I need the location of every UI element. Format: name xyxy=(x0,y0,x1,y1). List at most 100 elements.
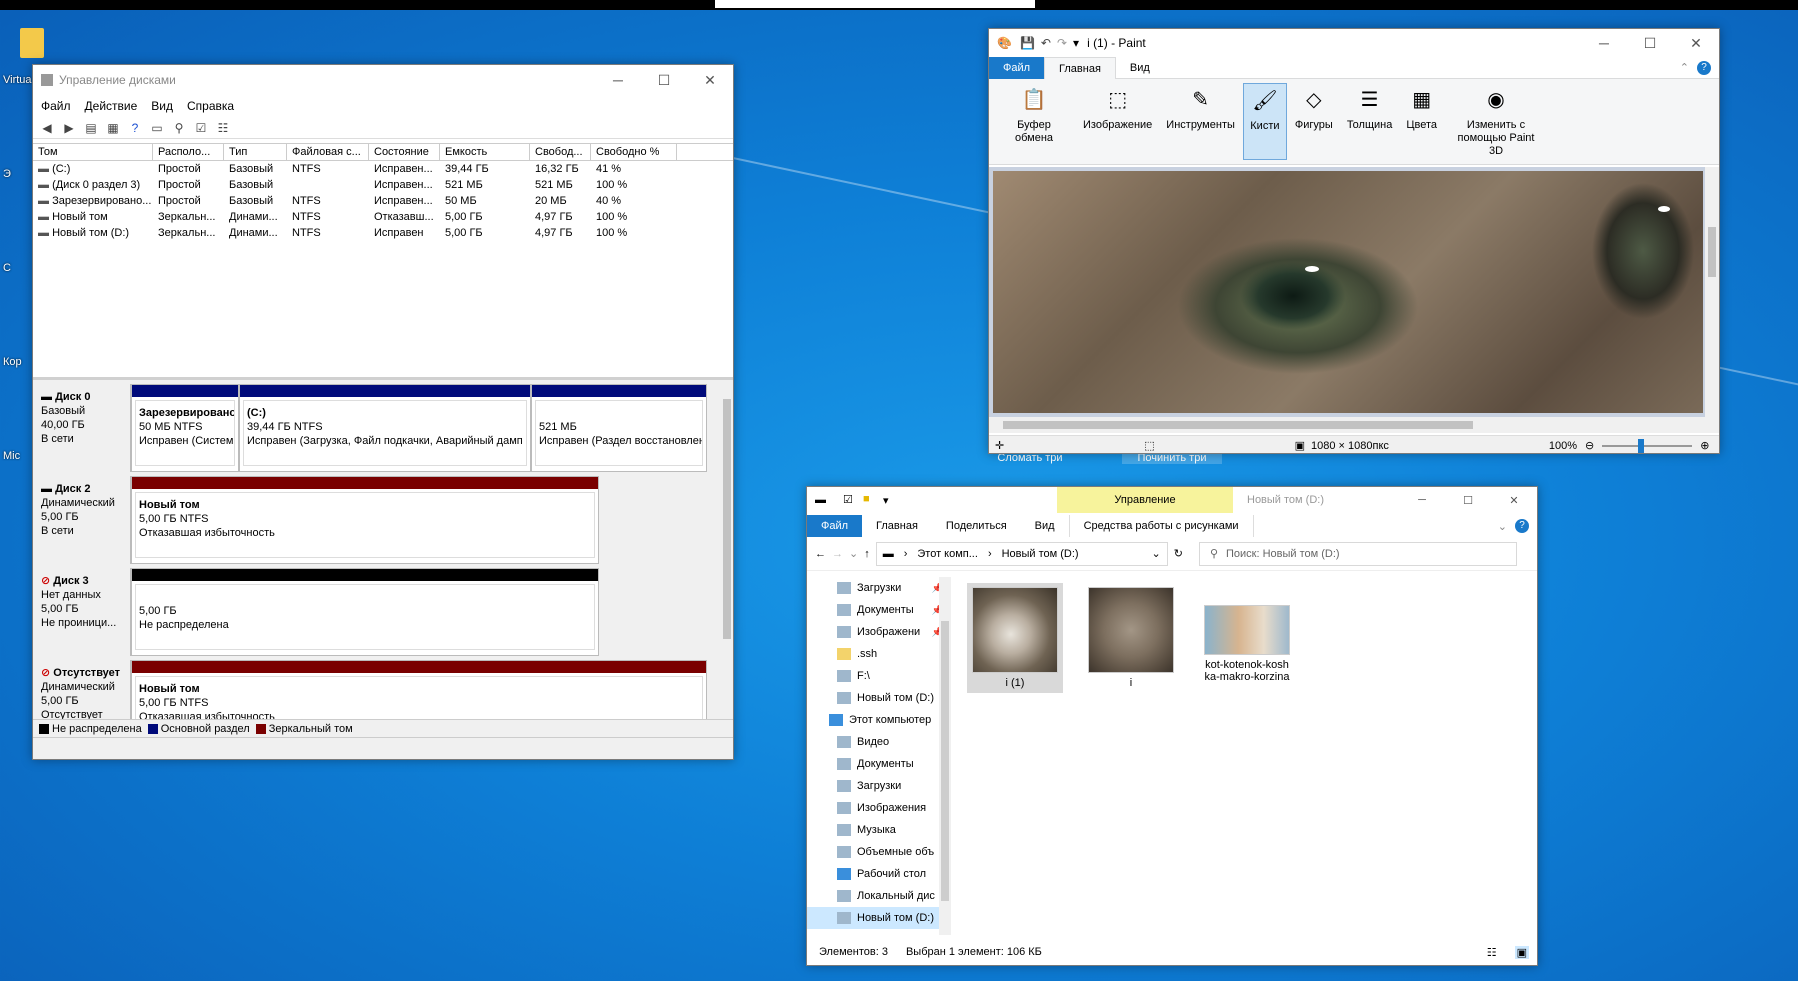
disk-info[interactable]: ⊘ Отсутствует Динамический 5,00 ГБ Отсут… xyxy=(33,660,131,719)
help-icon[interactable]: ? xyxy=(1697,60,1711,75)
menu-help[interactable]: Справка xyxy=(187,99,234,113)
volume-row[interactable]: ▬ Новый том Зеркальн... Динами... NTFS Отказ… xyxy=(33,209,733,225)
scrollbar-thumb[interactable] xyxy=(723,399,731,639)
tab-view[interactable]: Вид xyxy=(1021,515,1069,537)
ribbon-group-select[interactable]: ⬚ Изображение xyxy=(1077,83,1158,160)
column-header[interactable]: Файловая с... xyxy=(287,144,369,160)
menu-action[interactable]: Действие xyxy=(85,99,138,113)
check-icon[interactable]: ☑ xyxy=(193,120,209,136)
close-button[interactable]: ✕ xyxy=(1673,29,1719,57)
title-bar[interactable]: Управление дисками ─ ☐ ✕ xyxy=(33,65,733,95)
disk-info[interactable]: ⊘ Диск 3 Нет данных 5,00 ГБ Не проиници.… xyxy=(33,568,131,656)
title-bar[interactable]: 🎨 💾 ↶ ↷ ▾ i (1) - Paint ─ ☐ ✕ xyxy=(989,29,1719,57)
nav-item[interactable]: Изображени 📌 xyxy=(807,621,951,643)
column-header[interactable]: Свободно % xyxy=(591,144,677,160)
tab-file[interactable]: Файл xyxy=(807,515,863,537)
ribbon-group-shapes[interactable]: ◇ Фигуры xyxy=(1289,83,1339,160)
ribbon-group-brush[interactable]: 🖌 Кисти xyxy=(1242,83,1287,160)
partition[interactable]: 521 МБ Исправен (Раздел восстановлен xyxy=(531,384,707,472)
nav-item[interactable]: Этот компьютер xyxy=(807,709,951,731)
large-icons-view-icon[interactable]: ▣ xyxy=(1514,945,1529,959)
tab-share[interactable]: Поделиться xyxy=(932,515,1021,537)
nav-item[interactable]: Музыка xyxy=(807,819,951,841)
zoom-in-icon[interactable]: ⊕ xyxy=(1700,439,1709,452)
undo-icon[interactable]: ↶ xyxy=(1041,36,1051,50)
list-icon[interactable]: ☷ xyxy=(215,120,231,136)
nav-item[interactable]: Загрузки xyxy=(807,775,951,797)
forward-icon[interactable]: ▶ xyxy=(61,120,77,136)
disk-info[interactable]: ▬ Диск 2 Динамический 5,00 ГБ В сети xyxy=(33,476,131,564)
address-bar[interactable]: ▬ › Этот комп... › Новый том (D:) ⌄ xyxy=(875,541,1168,566)
partition[interactable]: 5,00 ГБ Не распределена xyxy=(131,568,599,656)
ribbon-group-clipboard[interactable]: 📋 Буфер обмена xyxy=(993,83,1075,160)
properties-icon[interactable]: ☑ xyxy=(843,493,853,506)
disk-info[interactable]: ▬ Диск 0 Базовый 40,00 ГБ В сети xyxy=(33,384,131,472)
tab-picture-tools[interactable]: Средства работы с рисунками xyxy=(1068,515,1254,537)
disk-management-window[interactable]: Управление дисками ─ ☐ ✕ Файл Действие В… xyxy=(32,64,734,760)
navigation-scrollbar[interactable] xyxy=(939,577,951,935)
address-dropdown-icon[interactable]: ⌄ xyxy=(1152,547,1161,560)
maximize-button[interactable]: ☐ xyxy=(1445,487,1491,513)
nav-item[interactable]: .ssh xyxy=(807,643,951,665)
paint-window[interactable]: 🎨 💾 ↶ ↷ ▾ i (1) - Paint ─ ☐ ✕ Файл Главн… xyxy=(988,28,1720,454)
details-view-icon[interactable]: ☷ xyxy=(1487,946,1497,959)
ribbon-group-paint3d[interactable]: ◉ Изменить с помощью Paint 3D xyxy=(1445,83,1547,160)
file-item[interactable]: i xyxy=(1083,583,1179,693)
maximize-button[interactable]: ☐ xyxy=(641,65,687,95)
canvas-hscroll[interactable] xyxy=(989,417,1719,433)
volume-row[interactable]: ▬ Зарезервировано... Простой Базовый NTFS Ис… xyxy=(33,193,733,209)
scrollbar-thumb[interactable] xyxy=(1003,421,1473,429)
back-icon[interactable]: ◀ xyxy=(39,120,55,136)
canvas-vscroll[interactable] xyxy=(1705,167,1719,417)
nav-item[interactable]: Локальный дис xyxy=(807,885,951,907)
column-header[interactable]: Располо... xyxy=(153,144,224,160)
search-input[interactable]: ⚲ Поиск: Новый том (D:) xyxy=(1198,541,1517,566)
tab-manage[interactable]: Управление xyxy=(1057,487,1233,513)
nav-item[interactable]: Загрузки 📌 xyxy=(807,577,951,599)
properties-icon[interactable]: ▦ xyxy=(105,120,121,136)
nav-item[interactable]: F:\ xyxy=(807,665,951,687)
disk-view-scrollbar[interactable] xyxy=(721,381,733,717)
ribbon-group-thickness[interactable]: ☰ Толщина xyxy=(1341,83,1399,160)
column-header[interactable]: Тип xyxy=(224,144,287,160)
up-icon[interactable]: ↑ xyxy=(864,548,870,560)
column-header[interactable]: Свобод... xyxy=(530,144,591,160)
breadcrumb-item[interactable]: Новый том (D:) xyxy=(1002,548,1079,560)
nav-item[interactable]: Изображения xyxy=(807,797,951,819)
file-item[interactable]: kot-kotenok-koshka-makro-korzina xyxy=(1199,583,1295,693)
column-header[interactable]: Том xyxy=(33,144,153,160)
nav-item[interactable]: Рабочий стол xyxy=(807,863,951,885)
zoom-slider[interactable] xyxy=(1602,438,1693,453)
nav-item[interactable]: Новый том (D:) xyxy=(807,907,951,929)
nav-item[interactable]: Объемные объ xyxy=(807,841,951,863)
volume-row[interactable]: ▬ Новый том (D:) Зеркальн... Динами... NTFS… xyxy=(33,225,733,241)
title-bar[interactable]: ▬ ☑ ■ ▾ Управление Новый том (D:) ─ ☐ ✕ xyxy=(807,487,1537,515)
nav-item[interactable]: Новый том (D:) xyxy=(807,687,951,709)
partition[interactable]: Новый том 5,00 ГБ NTFS Отказавшая избыто… xyxy=(131,476,599,564)
recent-dropdown-icon[interactable]: ⌄ xyxy=(849,547,858,560)
tab-file[interactable]: Файл xyxy=(989,56,1045,79)
connect-icon[interactable]: ⚲ xyxy=(171,120,187,136)
refresh-icon[interactable]: ↻ xyxy=(1174,547,1183,560)
partition[interactable]: Зарезервировано 50 МБ NTFS Исправен (Сис… xyxy=(131,384,239,472)
partition[interactable]: Новый том 5,00 ГБ NTFS Отказавшая избыто… xyxy=(131,660,707,719)
minimize-button[interactable]: ─ xyxy=(595,65,641,95)
view-icon[interactable]: ▭ xyxy=(149,120,165,136)
close-button[interactable]: ✕ xyxy=(687,65,733,95)
partition[interactable]: (C:) 39,44 ГБ NTFS Исправен (Загрузка, Ф… xyxy=(239,384,531,472)
redo-icon[interactable]: ↷ xyxy=(1057,36,1067,50)
forward-icon[interactable]: → xyxy=(832,548,843,560)
back-icon[interactable]: ← xyxy=(815,548,826,560)
help-icon[interactable]: ? xyxy=(127,120,143,136)
image-canvas[interactable] xyxy=(993,171,1703,413)
console-tree-icon[interactable]: ▤ xyxy=(83,120,99,136)
nav-item[interactable]: Документы xyxy=(807,753,951,775)
breadcrumb-item[interactable]: Этот комп... xyxy=(917,548,978,560)
zoom-out-icon[interactable]: ⊖ xyxy=(1585,439,1594,452)
volume-row[interactable]: ▬ (Диск 0 раздел 3) Простой Базовый Исправе… xyxy=(33,177,733,193)
qat-dropdown-icon[interactable]: ▾ xyxy=(883,494,889,507)
maximize-button[interactable]: ☐ xyxy=(1627,29,1673,57)
menu-file[interactable]: Файл xyxy=(41,99,71,113)
qat-dropdown-icon[interactable]: ▾ xyxy=(1073,36,1079,50)
column-header[interactable]: Состояние xyxy=(369,144,440,160)
